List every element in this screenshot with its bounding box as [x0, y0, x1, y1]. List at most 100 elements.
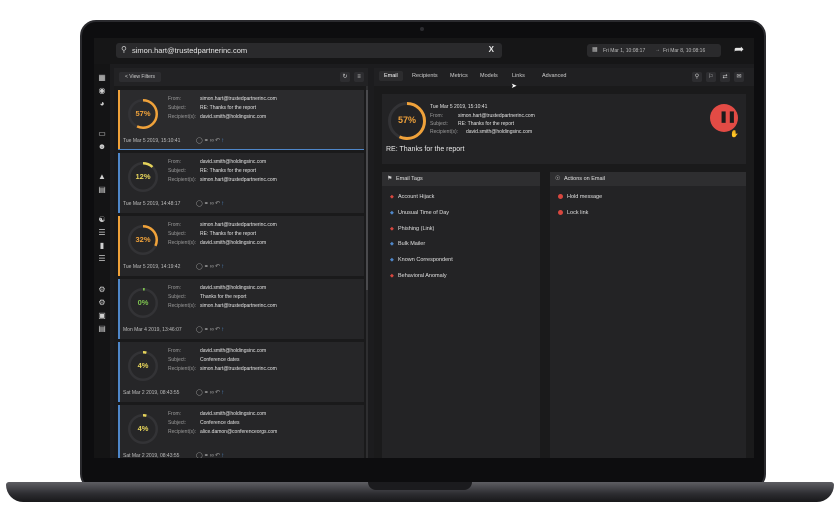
recipients-label: Recipient(s):	[168, 366, 197, 372]
email-summary-card: 57% Tue Mar 5 2019, 15:10:41 From: simon…	[382, 94, 746, 164]
app-screen: ⚲ simon.hart@trustedpartnerinc.com X ▦ F…	[94, 38, 754, 458]
arrow-up-icon[interactable]: ↑	[221, 453, 225, 458]
email-detail-panel: Email Recipients Metrics Models Links Ad…	[374, 68, 754, 458]
from-value: simon.hart@trustedpartnerinc.com	[200, 222, 277, 228]
side-nav: ▦ ◉ ◕ ▭ ☻ ▲ ▤ ☯ ☰ ▮ ☰ ⚙ ⚙ ▣ ▤	[94, 64, 110, 458]
email-list-item[interactable]: 4% From: david.smith@holdingsinc.com Subjec…	[118, 342, 364, 402]
list-scrollbar-thumb[interactable]	[366, 90, 368, 290]
email-action-item[interactable]: Hold message	[558, 194, 602, 200]
email-action-label: Lock link	[567, 210, 589, 216]
laptop-notch	[368, 482, 472, 490]
risk-score-gauge: 57%	[388, 102, 426, 140]
recipients-label: Recipient(s):	[168, 177, 197, 183]
dashboard-grid-icon[interactable]: ▦	[96, 72, 108, 83]
menu-icon[interactable]: ≡	[354, 72, 364, 82]
email-tags-panel: ⚑ Email Tags ◆ Account Hijack ◆ Unusual Tim…	[382, 172, 540, 458]
tab-models[interactable]: Models	[480, 73, 498, 79]
email-date: Tue Mar 5 2019, 15:10:41	[430, 104, 488, 110]
item-action-icons: ◯⚭∞↶↑	[196, 263, 225, 270]
recipients-label: Recipient(s):	[168, 240, 197, 246]
email-tag-item[interactable]: ◆ Unusual Time of Day	[390, 210, 449, 216]
recipients-label: Recipient(s):	[168, 114, 197, 120]
tab-recipients[interactable]: Recipients	[412, 73, 438, 79]
gauge-icon[interactable]: ◕	[96, 98, 108, 109]
globe-icon[interactable]: ◉	[96, 85, 108, 96]
tab-email[interactable]: Email	[379, 71, 403, 81]
search-input[interactable]: ⚲ simon.hart@trustedpartnerinc.com X	[116, 43, 502, 58]
hold-email-button[interactable]: ❚❚	[710, 104, 738, 132]
arrow-up-icon[interactable]: ↑	[221, 390, 225, 396]
email-tag-item[interactable]: ◆ Behavioral Anomaly	[390, 273, 447, 279]
user-icon[interactable]: ☻	[96, 141, 108, 152]
attachment-icon[interactable]: ◯	[196, 264, 204, 270]
id-card-icon[interactable]: ▣	[96, 310, 108, 321]
logout-icon[interactable]: ➦	[734, 42, 744, 56]
arrow-up-icon[interactable]: ↑	[221, 264, 225, 270]
inbox-icon[interactable]: ▭	[96, 128, 108, 139]
risk-score-value: 32%	[135, 235, 151, 244]
arrow-up-icon[interactable]: ↑	[221, 138, 225, 144]
from-value: david.smith@holdingsinc.com	[200, 285, 267, 291]
refresh-icon[interactable]: ↻	[340, 72, 350, 82]
alert-icon[interactable]: ▲	[96, 171, 108, 182]
chat-icon[interactable]: ▮	[96, 240, 108, 251]
email-tag-label: Account Hijack	[398, 194, 435, 200]
arrow-up-icon[interactable]: ↑	[221, 327, 225, 333]
item-action-icons: ◯⚭∞↶↑	[196, 389, 225, 396]
tab-links[interactable]: Links	[512, 73, 525, 79]
tag-icon: ◆	[390, 209, 394, 216]
email-tag-label: Unusual Time of Day	[398, 209, 450, 216]
email-date: Sat Mar 2 2019, 08:43:55	[123, 453, 180, 458]
email-tag-label: Known Correspondent	[398, 257, 453, 264]
email-action-item[interactable]: Lock link	[558, 210, 588, 216]
recipients-label: Recipient(s):	[430, 129, 459, 135]
risk-score-gauge: 57%	[128, 99, 158, 129]
checklist-icon[interactable]: ☰	[96, 253, 108, 264]
database-icon[interactable]: ▤	[96, 184, 108, 195]
email-list-item[interactable]: 4% From: david.smith@holdingsinc.com Subjec…	[118, 405, 364, 458]
flag-icon[interactable]: ⚐	[706, 72, 716, 82]
search-icon[interactable]: ⚲	[692, 72, 702, 82]
email-list-item[interactable]: 32% From: simon.hart@trustedpartnerinc.com…	[118, 216, 364, 276]
arrow-up-icon[interactable]: ↑	[221, 201, 225, 207]
table-icon[interactable]: ▤	[96, 323, 108, 334]
top-bar: ⚲ simon.hart@trustedpartnerinc.com X ▦ F…	[94, 38, 754, 64]
subject-value: RE: Thanks for the report	[200, 168, 257, 174]
tab-advanced[interactable]: Advanced	[542, 73, 566, 79]
item-accent-bar	[118, 405, 120, 458]
email-tag-item[interactable]: ◆ Bulk Mailer	[390, 241, 425, 247]
view-filters-button[interactable]: < View Filters	[119, 72, 161, 82]
tag-icon: ◆	[390, 273, 394, 279]
recipients-value: alice.damon@conferenceorgs.com	[200, 429, 278, 435]
attachment-icon[interactable]: ◯	[196, 327, 204, 333]
email-tag-item[interactable]: ◆ Known Correspondent	[390, 257, 453, 263]
attachment-icon[interactable]: ◯	[196, 390, 204, 396]
camera	[420, 27, 424, 31]
list-icon[interactable]: ☰	[96, 227, 108, 238]
users-icon[interactable]: ☯	[96, 214, 108, 225]
tag-icon: ◆	[390, 257, 394, 264]
email-list-item[interactable]: 57% From: simon.hart@trustedpartnerinc.com…	[118, 90, 364, 150]
clear-search-button[interactable]: X	[489, 45, 494, 54]
subject-value: RE: Thanks for the report	[200, 231, 257, 237]
email-tag-item[interactable]: ◆ Account Hijack	[390, 194, 434, 200]
gear-icon[interactable]: ⚙	[96, 284, 108, 295]
date-range-start: Fri Mar 1, 10:08:17	[603, 47, 646, 54]
mail-icon[interactable]: ✉	[734, 72, 744, 82]
attachment-icon[interactable]: ◯	[196, 201, 204, 207]
gears-icon[interactable]: ⚙	[96, 297, 108, 308]
expand-icon[interactable]: ⇄	[720, 72, 730, 82]
subject-label: Subject:	[168, 420, 187, 426]
from-label: From:	[168, 348, 182, 354]
email-tag-item[interactable]: ◆ Phishing (Link)	[390, 226, 434, 232]
hand-cursor-icon: ✋	[730, 131, 739, 138]
subject-value: RE: Thanks for the report	[458, 121, 515, 127]
attachment-icon[interactable]: ◯	[196, 138, 204, 144]
email-list-item[interactable]: 0% From: david.smith@holdingsinc.com Subjec…	[118, 279, 364, 339]
attachment-icon[interactable]: ◯	[196, 453, 204, 458]
email-action-label: Hold message	[567, 194, 603, 200]
date-range-picker[interactable]: ▦ Fri Mar 1, 10:08:17 → Fri Mar 8, 10:08…	[587, 44, 721, 57]
email-list-item[interactable]: 12% From: david.smith@holdingsinc.com Subje…	[118, 153, 364, 213]
tab-metrics[interactable]: Metrics	[450, 73, 468, 79]
risk-score-gauge: 32%	[128, 225, 158, 255]
